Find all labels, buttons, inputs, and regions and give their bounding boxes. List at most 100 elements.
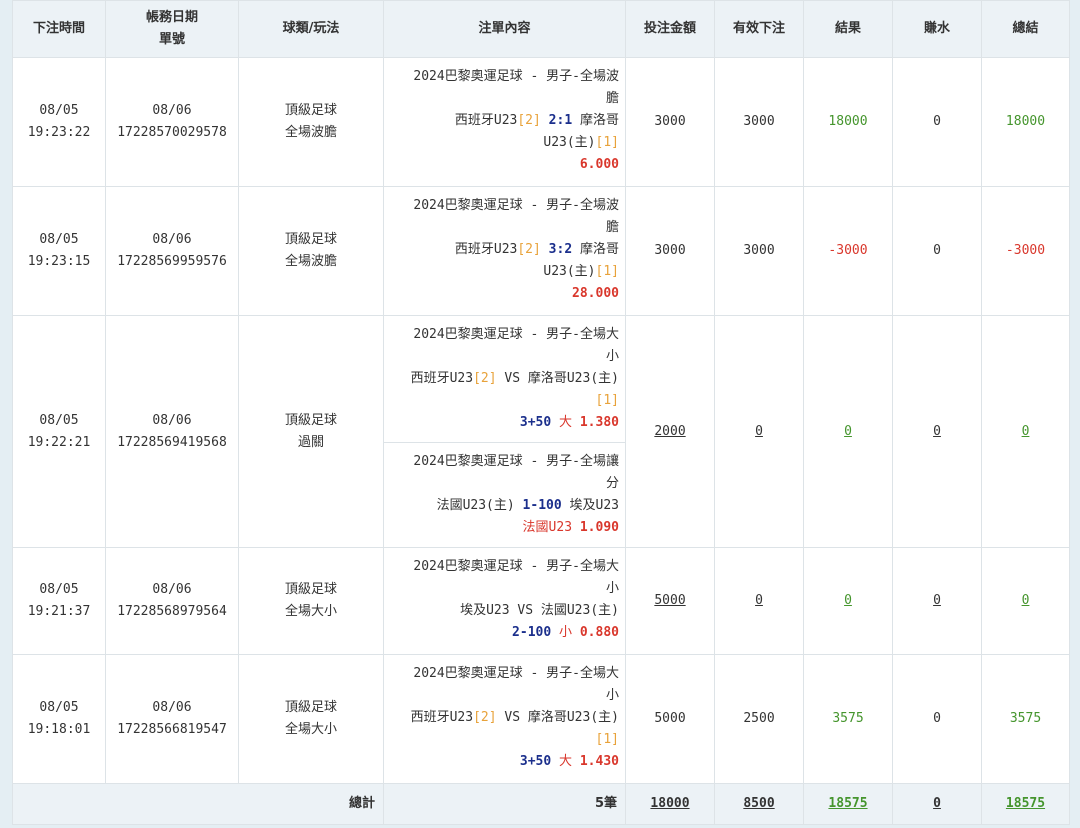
match-line: 西班牙U23[2] VS 摩洛哥U23(主) <box>392 368 619 390</box>
total-cell[interactable]: 0 <box>981 547 1070 655</box>
header-bet-content: 注單內容 <box>383 0 626 58</box>
ticket-number: 17228569959576 <box>117 254 227 269</box>
bet-content-cell: 2024巴黎奧運足球 - 男子-全場波 膽 西班牙U23[2] 3:2 摩洛哥 … <box>383 186 626 316</box>
totals-count: 5筆 <box>594 796 617 811</box>
selection-line: 法國U23 1.090 <box>392 517 619 539</box>
valid-bet-cell: 2500 <box>714 654 804 784</box>
league-name: 2024巴黎奧運足球 - 男子-全場大 <box>413 559 619 574</box>
totals-valid-cell[interactable]: 8500 <box>714 783 804 825</box>
totals-stake-link[interactable]: 18000 <box>650 796 689 811</box>
stake-amount-link[interactable]: 5000 <box>654 593 685 608</box>
result-amount-link[interactable]: 0 <box>844 593 852 608</box>
totals-valid-link[interactable]: 8500 <box>743 796 774 811</box>
totals-total-link[interactable]: 18575 <box>1006 796 1045 811</box>
total-amount-link[interactable]: 0 <box>1022 424 1030 439</box>
totals-result-link[interactable]: 18575 <box>828 796 867 811</box>
valid-bet-cell[interactable]: 0 <box>714 315 804 548</box>
odds: 1.430 <box>579 754 619 769</box>
selection-side: 小 <box>559 625 573 640</box>
odds: 1.380 <box>579 415 619 430</box>
stake-amount-link[interactable]: 2000 <box>654 424 685 439</box>
selection-line: 2-100 小 0.880 <box>392 622 619 644</box>
away-rank: [1] <box>595 732 619 747</box>
result-amount: 18000 <box>828 114 868 129</box>
rebate-cell: 0 <box>892 654 982 784</box>
handicap-line: 1-100 <box>522 498 562 513</box>
versus-label: VS <box>504 710 521 725</box>
versus-label: VS <box>517 603 534 618</box>
account-date: 08/06 <box>152 582 192 597</box>
away-team-cont: U23(主) <box>543 264 596 279</box>
result-amount: -3000 <box>828 243 868 258</box>
result-cell[interactable]: 0 <box>803 547 893 655</box>
account-date-cell: 08/06 17228566819547 <box>105 654 239 784</box>
totals-count-cell: 5筆 <box>383 783 626 825</box>
bet-type: 全場大小 <box>284 604 337 619</box>
rebate-amount: 0 <box>933 114 941 129</box>
totals-stake-cell[interactable]: 18000 <box>625 783 715 825</box>
stake-amount: 3000 <box>654 114 686 129</box>
away-team: 摩洛哥 <box>579 242 619 257</box>
league-name: 2024巴黎奧運足球 - 男子-全場大 <box>413 666 619 681</box>
rebate-amount-link[interactable]: 0 <box>933 424 941 439</box>
valid-bet-amount-link[interactable]: 0 <box>755 424 763 439</box>
league-name-cont: 膽 <box>605 220 619 235</box>
league-name-cont: 膽 <box>605 91 619 106</box>
league-name-cont: 小 <box>605 688 619 703</box>
totals-total-cell[interactable]: 18575 <box>981 783 1070 825</box>
bet-date: 08/05 <box>39 103 79 118</box>
stake-cell[interactable]: 2000 <box>625 315 715 548</box>
totals-rebate-cell[interactable]: 0 <box>892 783 982 825</box>
header-bet-content-label: 注單內容 <box>478 21 531 36</box>
bet-clock: 19:18:01 <box>27 722 91 737</box>
bet-date: 08/05 <box>39 700 79 715</box>
bet-detail: 2024巴黎奧運足球 - 男子-全場波 膽 西班牙U23[2] 3:2 摩洛哥 … <box>384 187 625 313</box>
sport-type-cell: 頂級足球 全場波膽 <box>238 57 384 187</box>
bet-time-cell: 08/05 19:22:21 <box>12 315 106 548</box>
stake-cell[interactable]: 5000 <box>625 547 715 655</box>
stake-amount: 5000 <box>654 711 686 726</box>
away-rank: [1] <box>595 135 619 150</box>
sport-type-cell: 頂級足球 過關 <box>238 315 384 548</box>
league-name-cont: 小 <box>605 349 619 364</box>
match-line: 埃及U23 VS 法國U23(主) <box>392 600 619 622</box>
header-valid-bet-label: 有效下注 <box>732 21 785 36</box>
header-total-label: 總結 <box>1012 21 1039 36</box>
handicap-line: 3+50 <box>519 754 552 769</box>
parlay-leg: 2024巴黎奧運足球 - 男子-全場大 小 西班牙U23[2] VS 摩洛哥U2… <box>384 316 625 443</box>
total-amount: 18000 <box>1005 114 1046 129</box>
account-date-cell: 08/06 17228568979564 <box>105 547 239 655</box>
result-cell[interactable]: 0 <box>803 315 893 548</box>
total-cell[interactable]: 0 <box>981 315 1070 548</box>
account-date-cell: 08/06 17228570029578 <box>105 57 239 187</box>
rebate-cell[interactable]: 0 <box>892 547 982 655</box>
account-date: 08/06 <box>152 103 192 118</box>
bet-detail: 2024巴黎奧運足球 - 男子-全場大 小 埃及U23 VS 法國U23(主) … <box>384 548 625 652</box>
total-amount-link[interactable]: 0 <box>1022 593 1030 608</box>
rebate-cell[interactable]: 0 <box>892 315 982 548</box>
bet-content-cell: 2024巴黎奧運足球 - 男子-全場大 小 西班牙U23[2] VS 摩洛哥U2… <box>383 315 626 548</box>
result-amount-link[interactable]: 0 <box>844 424 852 439</box>
valid-bet-cell[interactable]: 0 <box>714 547 804 655</box>
away-team: 摩洛哥U23(主) <box>527 371 619 386</box>
totals-rebate-link[interactable]: 0 <box>933 796 941 811</box>
table-row: 08/05 19:18:01 08/06 17228566819547 頂級足球 全場… <box>12 654 1070 784</box>
totals-result-cell[interactable]: 18575 <box>803 783 893 825</box>
away-team: 摩洛哥U23(主) <box>527 710 619 725</box>
league-name-cont: 小 <box>605 581 619 596</box>
result-cell: -3000 <box>803 186 893 316</box>
rebate-amount-link[interactable]: 0 <box>933 593 941 608</box>
bet-type: 過關 <box>297 434 324 450</box>
account-date: 08/06 <box>152 700 192 715</box>
total-amount: -3000 <box>1005 243 1046 258</box>
stake-amount: 3000 <box>654 243 686 258</box>
correct-score-pick: 3:2 <box>548 242 573 257</box>
away-team: 摩洛哥 <box>579 113 619 128</box>
odds: 0.880 <box>579 625 619 640</box>
away-team-cont: U23(主) <box>543 135 596 150</box>
total-cell: 3575 <box>981 654 1070 784</box>
home-team: 西班牙U23 <box>410 710 474 725</box>
valid-bet-amount-link[interactable]: 0 <box>755 593 763 608</box>
bet-detail: 2024巴黎奧運足球 - 男子-全場波 膽 西班牙U23[2] 2:1 摩洛哥 … <box>384 58 625 184</box>
ticket-number: 17228568979564 <box>117 604 227 619</box>
